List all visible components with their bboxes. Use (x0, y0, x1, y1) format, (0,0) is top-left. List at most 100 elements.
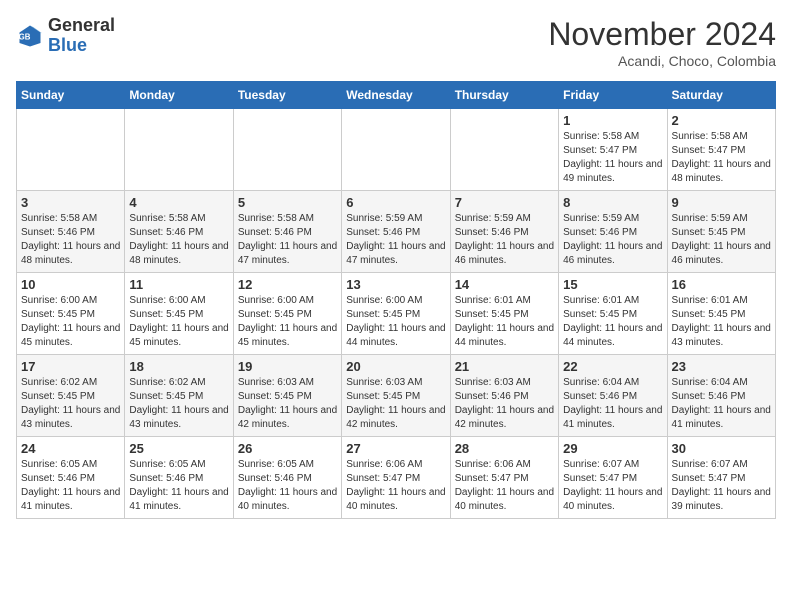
calendar-cell (342, 109, 450, 191)
calendar-row: 10 Sunrise: 6:00 AMSunset: 5:45 PMDayligh… (17, 273, 776, 355)
calendar-cell: 6 Sunrise: 5:59 AMSunset: 5:46 PMDaylight… (342, 191, 450, 273)
day-info: Sunrise: 6:05 AMSunset: 5:46 PMDaylight:… (238, 458, 337, 514)
calendar-cell (125, 109, 233, 191)
day-number: 5 (238, 195, 337, 210)
day-info: Sunrise: 6:03 AMSunset: 5:45 PMDaylight:… (346, 376, 445, 432)
day-info: Sunrise: 5:59 AMSunset: 5:46 PMDaylight:… (563, 212, 662, 268)
calendar-cell: 28Sunrise: 6:06 AMSunset: 5:47 PMDayligh… (450, 437, 558, 519)
day-info: Sunrise: 5:58 AMSunset: 5:47 PMDaylight:… (563, 130, 662, 186)
day-number: 20 (346, 359, 445, 374)
weekday-header-friday: Friday (559, 82, 667, 109)
day-number: 27 (346, 441, 445, 456)
day-number: 4 (129, 195, 228, 210)
calendar-cell: 30 Sunrise: 6:07 AMSunset: 5:47 PMDayligh… (667, 437, 775, 519)
location-subtitle: Acandi, Choco, Colombia (548, 53, 776, 69)
day-info: Sunrise: 6:00 AMSunset: 5:45 PMDaylight:… (346, 294, 445, 350)
calendar-cell: 4 Sunrise: 5:58 AMSunset: 5:46 PMDaylight… (125, 191, 233, 273)
calendar-cell: 12Sunrise: 6:00 AMSunset: 5:45 PMDayligh… (233, 273, 341, 355)
day-number: 14 (455, 277, 554, 292)
calendar-cell: 26 Sunrise: 6:05 AMSunset: 5:46 PMDayligh… (233, 437, 341, 519)
day-info: Sunrise: 5:58 AMSunset: 5:46 PMDaylight:… (21, 212, 120, 268)
day-number: 19 (238, 359, 337, 374)
day-info: Sunrise: 5:58 AMSunset: 5:47 PMDaylight:… (672, 130, 771, 186)
calendar-row: 17 Sunrise: 6:02 AMSunset: 5:45 PMDayligh… (17, 355, 776, 437)
day-number: 12 (238, 277, 337, 292)
day-info: Sunrise: 6:03 AMSunset: 5:46 PMDaylight:… (455, 376, 554, 432)
day-number: 6 (346, 195, 445, 210)
weekday-header-sunday: Sunday (17, 82, 125, 109)
day-info: Sunrise: 6:01 AMSunset: 5:45 PMDaylight:… (672, 294, 771, 350)
logo-general-text: General (48, 15, 115, 35)
day-info: Sunrise: 5:58 AMSunset: 5:46 PMDaylight:… (238, 212, 337, 268)
calendar-cell: 25 Sunrise: 6:05 AMSunset: 5:46 PMDayligh… (125, 437, 233, 519)
calendar-row: 3Sunrise: 5:58 AMSunset: 5:46 PMDaylight… (17, 191, 776, 273)
calendar-cell: 1Sunrise: 5:58 AMSunset: 5:47 PMDaylight… (559, 109, 667, 191)
day-info: Sunrise: 6:00 AMSunset: 5:45 PMDaylight:… (129, 294, 228, 350)
page-header: GB General Blue November 2024 Acandi, Ch… (16, 16, 776, 69)
weekday-header-wednesday: Wednesday (342, 82, 450, 109)
weekday-header-saturday: Saturday (667, 82, 775, 109)
day-info: Sunrise: 6:00 AMSunset: 5:45 PMDaylight:… (21, 294, 120, 350)
calendar-table: SundayMondayTuesdayWednesdayThursdayFrid… (16, 81, 776, 519)
day-number: 16 (672, 277, 771, 292)
calendar-cell (450, 109, 558, 191)
day-info: Sunrise: 5:58 AMSunset: 5:46 PMDaylight:… (129, 212, 228, 268)
calendar-cell: 10 Sunrise: 6:00 AMSunset: 5:45 PMDayligh… (17, 273, 125, 355)
calendar-cell: 2 Sunrise: 5:58 AMSunset: 5:47 PMDaylight… (667, 109, 775, 191)
calendar-cell: 24Sunrise: 6:05 AMSunset: 5:46 PMDayligh… (17, 437, 125, 519)
weekday-header-tuesday: Tuesday (233, 82, 341, 109)
day-info: Sunrise: 6:02 AMSunset: 5:45 PMDaylight:… (21, 376, 120, 432)
calendar-cell (233, 109, 341, 191)
calendar-cell: 16 Sunrise: 6:01 AMSunset: 5:45 PMDayligh… (667, 273, 775, 355)
day-number: 26 (238, 441, 337, 456)
day-number: 10 (21, 277, 120, 292)
logo-text: General Blue (48, 16, 115, 56)
calendar-cell: 3Sunrise: 5:58 AMSunset: 5:46 PMDaylight… (17, 191, 125, 273)
calendar-cell: 21 Sunrise: 6:03 AMSunset: 5:46 PMDayligh… (450, 355, 558, 437)
day-number: 11 (129, 277, 228, 292)
day-number: 22 (563, 359, 662, 374)
month-year-title: November 2024 (548, 16, 776, 53)
day-number: 21 (455, 359, 554, 374)
logo-icon: GB (16, 22, 44, 50)
day-number: 29 (563, 441, 662, 456)
calendar-cell: 22Sunrise: 6:04 AMSunset: 5:46 PMDayligh… (559, 355, 667, 437)
day-info: Sunrise: 6:03 AMSunset: 5:45 PMDaylight:… (238, 376, 337, 432)
logo-blue-text: Blue (48, 35, 87, 55)
day-info: Sunrise: 6:07 AMSunset: 5:47 PMDaylight:… (672, 458, 771, 514)
day-number: 23 (672, 359, 771, 374)
calendar-cell: 14 Sunrise: 6:01 AMSunset: 5:45 PMDayligh… (450, 273, 558, 355)
logo: GB General Blue (16, 16, 115, 56)
day-number: 25 (129, 441, 228, 456)
day-info: Sunrise: 6:01 AMSunset: 5:45 PMDaylight:… (455, 294, 554, 350)
calendar-cell: 23 Sunrise: 6:04 AMSunset: 5:46 PMDayligh… (667, 355, 775, 437)
day-info: Sunrise: 6:02 AMSunset: 5:45 PMDaylight:… (129, 376, 228, 432)
day-info: Sunrise: 6:04 AMSunset: 5:46 PMDaylight:… (672, 376, 771, 432)
title-block: November 2024 Acandi, Choco, Colombia (548, 16, 776, 69)
calendar-cell: 18 Sunrise: 6:02 AMSunset: 5:45 PMDayligh… (125, 355, 233, 437)
day-number: 24 (21, 441, 120, 456)
day-number: 2 (672, 113, 771, 128)
day-info: Sunrise: 5:59 AMSunset: 5:46 PMDaylight:… (346, 212, 445, 268)
calendar-cell: 11 Sunrise: 6:00 AMSunset: 5:45 PMDayligh… (125, 273, 233, 355)
day-info: Sunrise: 5:59 AMSunset: 5:46 PMDaylight:… (455, 212, 554, 268)
day-number: 18 (129, 359, 228, 374)
calendar-cell (17, 109, 125, 191)
weekday-header-monday: Monday (125, 82, 233, 109)
day-info: Sunrise: 6:06 AMSunset: 5:47 PMDaylight:… (346, 458, 445, 514)
day-number: 30 (672, 441, 771, 456)
day-info: Sunrise: 6:01 AMSunset: 5:45 PMDaylight:… (563, 294, 662, 350)
day-info: Sunrise: 6:07 AMSunset: 5:47 PMDaylight:… (563, 458, 662, 514)
calendar-cell: 8 Sunrise: 5:59 AMSunset: 5:46 PMDaylight… (559, 191, 667, 273)
day-number: 28 (455, 441, 554, 456)
calendar-header-row: SundayMondayTuesdayWednesdayThursdayFrid… (17, 82, 776, 109)
day-number: 9 (672, 195, 771, 210)
calendar-cell: 29 Sunrise: 6:07 AMSunset: 5:47 PMDayligh… (559, 437, 667, 519)
day-info: Sunrise: 6:05 AMSunset: 5:46 PMDaylight:… (129, 458, 228, 514)
calendar-row: 24 Sunrise: 6:05 AMSunset: 5:46 PMDayligh… (17, 437, 776, 519)
weekday-header-thursday: Thursday (450, 82, 558, 109)
day-number: 17 (21, 359, 120, 374)
day-number: 13 (346, 277, 445, 292)
day-info: Sunrise: 5:59 AMSunset: 5:45 PMDaylight:… (672, 212, 771, 268)
day-number: 8 (563, 195, 662, 210)
